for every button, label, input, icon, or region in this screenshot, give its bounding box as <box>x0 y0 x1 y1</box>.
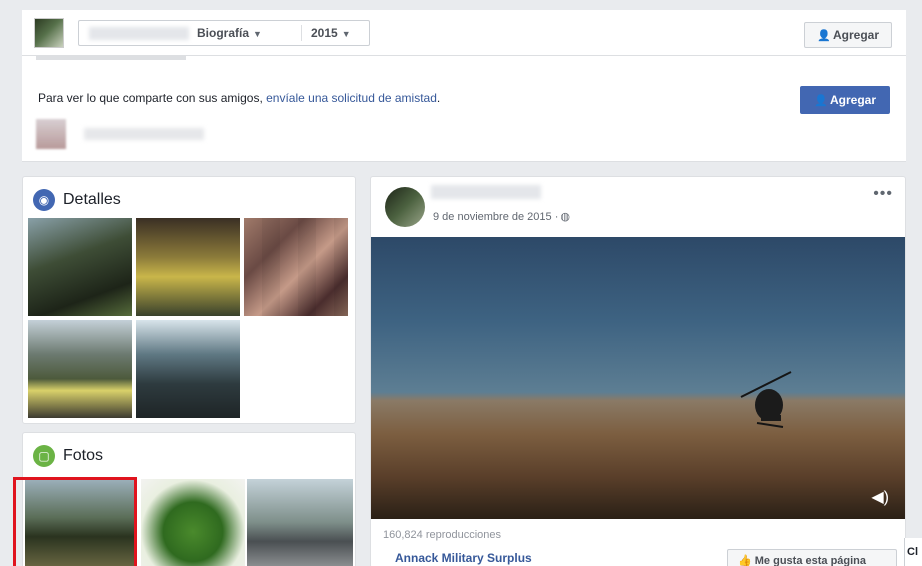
post-date-text: 9 de noviembre de 2015 · <box>433 211 559 223</box>
video-post: 9 de noviembre de 2015 · ◍ ••• ◀) 160,82… <box>370 176 906 566</box>
thumbs-up-icon: 👍 <box>738 555 755 566</box>
add-friend-button-label: Agregar <box>829 93 876 107</box>
featured-photo-1[interactable] <box>27 217 133 317</box>
add-user-icon: 👤 <box>816 30 831 42</box>
page-name-link[interactable]: Annack Military Surplus <box>395 551 532 565</box>
profile-name-box: Biografía ▼ 2015 ▼ <box>78 20 370 46</box>
photo-thumbnail-1[interactable] <box>25 479 137 566</box>
post-author-avatar[interactable] <box>385 187 425 227</box>
photos-title[interactable]: Fotos <box>63 447 103 464</box>
timeline-dropdown-label: Biografía <box>197 26 250 40</box>
photos-section: ▢ Fotos <box>22 432 356 566</box>
photo-thumbnail-3[interactable] <box>247 479 353 566</box>
helicopter-silhouette <box>740 371 792 428</box>
profile-header-bar: Biografía ▼ 2015 ▼ 👤 Agregar <box>22 10 906 56</box>
mutual-friend-name-redacted <box>84 128 204 140</box>
profile-avatar[interactable] <box>34 18 64 48</box>
add-friend-button[interactable]: 👤 Agregar <box>800 86 890 114</box>
view-count: 160,824 reproducciones <box>383 529 502 541</box>
add-user-icon: 👤 <box>813 95 828 107</box>
details-section: ◉ Detalles <box>22 176 356 424</box>
featured-photo-2[interactable] <box>135 217 241 317</box>
year-dropdown-label: 2015 <box>311 26 338 40</box>
like-page-label: Me gusta esta página <box>754 555 867 566</box>
public-globe-icon: ◍ <box>560 211 570 223</box>
add-friend-header-label: Agregar <box>832 28 879 42</box>
timeline-dropdown[interactable]: Biografía ▼ <box>197 24 262 42</box>
friend-request-message: Para ver lo que comparte con sus amigos,… <box>38 91 440 105</box>
featured-photo-5[interactable] <box>135 319 241 419</box>
details-title: Detalles <box>63 191 121 209</box>
profile-name-redacted <box>89 27 189 40</box>
dropdown-separator <box>301 25 302 41</box>
send-friend-request-link[interactable]: envíale una solicitud de amistad <box>266 91 437 105</box>
year-dropdown[interactable]: 2015 ▼ <box>311 24 351 42</box>
friend-request-card: Para ver lo que comparte con sus amigos,… <box>22 56 906 162</box>
chevron-down-icon: ▼ <box>341 29 351 39</box>
globe-icon: ◉ <box>33 189 55 211</box>
chat-tab[interactable]: Cl <box>904 538 922 566</box>
post-author-name-redacted <box>431 185 541 199</box>
photo-thumbnail-2[interactable] <box>141 479 245 566</box>
details-header: ◉ Detalles <box>33 189 121 211</box>
mutual-friend-avatar[interactable] <box>36 119 66 149</box>
add-friend-header-button[interactable]: 👤 Agregar <box>804 22 892 48</box>
more-options-icon[interactable]: ••• <box>873 185 893 203</box>
photo-icon: ▢ <box>33 445 55 467</box>
chevron-down-icon: ▼ <box>253 29 262 39</box>
post-timestamp[interactable]: 9 de noviembre de 2015 · ◍ <box>433 210 570 223</box>
volume-icon[interactable]: ◀) <box>871 487 889 507</box>
clipped-text-remnant <box>36 56 186 64</box>
like-page-button[interactable]: 👍 Me gusta esta página <box>727 549 897 566</box>
featured-photo-4[interactable] <box>27 319 133 419</box>
friend-request-message-prefix: Para ver lo que comparte con sus amigos, <box>38 91 267 105</box>
featured-photo-3[interactable] <box>243 217 349 317</box>
friend-request-message-suffix: . <box>436 91 441 105</box>
photos-header: ▢ Fotos <box>33 445 103 467</box>
video-player[interactable]: ◀) <box>371 237 905 519</box>
